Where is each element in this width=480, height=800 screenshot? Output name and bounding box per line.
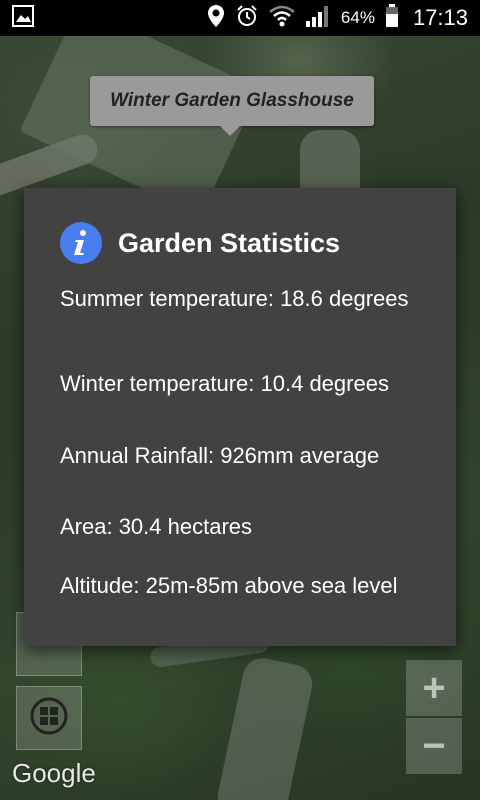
garden-statistics-dialog: Garden Statistics Summer temperature: 18…	[24, 188, 456, 646]
stat-summer-temperature: Summer temperature: 18.6 degrees	[60, 286, 409, 311]
google-attribution: Google	[12, 758, 96, 788]
dialog-title: Garden Statistics	[118, 227, 341, 258]
alarm-icon	[235, 4, 259, 33]
zoom-out-button[interactable]: −	[406, 718, 462, 774]
battery-percent: 64%	[340, 8, 375, 27]
map-layers-button[interactable]	[16, 686, 82, 750]
marker-label-pointer	[220, 126, 240, 136]
clock: 17:13	[412, 5, 468, 30]
wifi-icon	[269, 5, 295, 32]
stat-altitude: Altitude: 25m-85m above sea level	[60, 573, 398, 598]
map-path	[214, 654, 316, 800]
screen: 64% 17:13 Winter Garden Glasshouse + − G…	[0, 0, 480, 800]
dialog-header: Garden Statistics	[60, 222, 420, 264]
marker-label[interactable]: Winter Garden Glasshouse	[90, 76, 374, 126]
signal-icon	[305, 5, 331, 32]
battery-icon	[385, 3, 399, 33]
stat-winter-temperature: Winter temperature: 10.4 degrees	[60, 371, 389, 396]
stat-area: Area: 30.4 hectares	[60, 514, 253, 539]
location-icon	[207, 4, 225, 33]
info-icon	[60, 222, 102, 264]
zoom-in-button[interactable]: +	[406, 660, 462, 716]
stat-annual-rainfall: Annual Rainfall: 926mm average	[60, 443, 380, 468]
gallery-icon	[12, 4, 34, 32]
layers-icon	[29, 696, 69, 741]
status-bar: 64% 17:13	[0, 0, 480, 36]
